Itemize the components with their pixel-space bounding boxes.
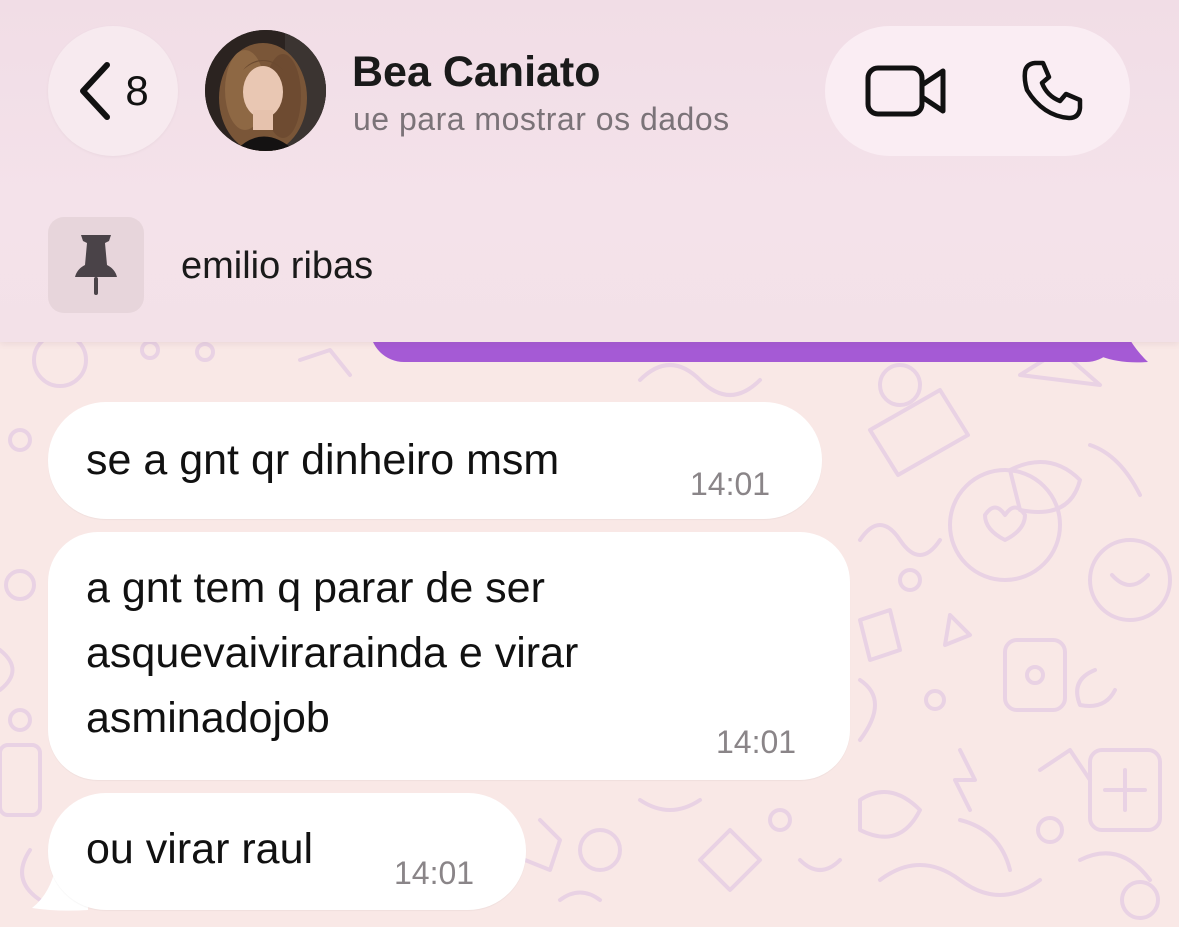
avatar-photo	[205, 30, 326, 151]
incoming-message-bubble[interactable]: se a gnt qr dinheiro msm 14:01	[48, 402, 822, 519]
voice-call-button[interactable]	[977, 26, 1127, 156]
video-call-button[interactable]	[831, 26, 981, 156]
phone-icon	[1022, 60, 1083, 121]
message-text: se a gnt qr dinheiro msm	[86, 436, 560, 484]
pin-button[interactable]	[48, 217, 144, 313]
call-actions	[825, 26, 1130, 156]
pin-icon	[75, 235, 117, 295]
message-timestamp: 14:01	[716, 724, 797, 760]
message-line: asquevaivirarainda e virar	[86, 629, 579, 677]
avatar[interactable]	[205, 30, 326, 151]
back-button[interactable]: 8	[48, 26, 178, 156]
video-camera-icon	[865, 65, 946, 117]
chat-header: 8 Bea Caniato ue para mostrar os dados e…	[0, 0, 1179, 342]
message-timestamp: 14:01	[690, 466, 771, 502]
incoming-message-bubble[interactable]: a gnt tem q parar de ser asquevaivirarai…	[48, 532, 850, 780]
message-line: a gnt tem q parar de ser	[86, 564, 545, 612]
message-line: asminadojob	[86, 694, 330, 742]
contact-name[interactable]: Bea Caniato	[352, 48, 601, 97]
message-timestamp: 14:01	[394, 855, 475, 891]
message-text: a gnt tem q parar de ser asquevaivirarai…	[86, 556, 578, 751]
incoming-message-bubble[interactable]: ou virar raul 14:01	[48, 793, 526, 910]
pinned-message-text[interactable]: emilio ribas	[181, 245, 373, 288]
message-text: ou virar raul	[86, 825, 314, 873]
contact-status: ue para mostrar os dados	[353, 101, 730, 137]
unread-count: 8	[125, 67, 149, 114]
chevron-left-icon	[80, 62, 111, 120]
